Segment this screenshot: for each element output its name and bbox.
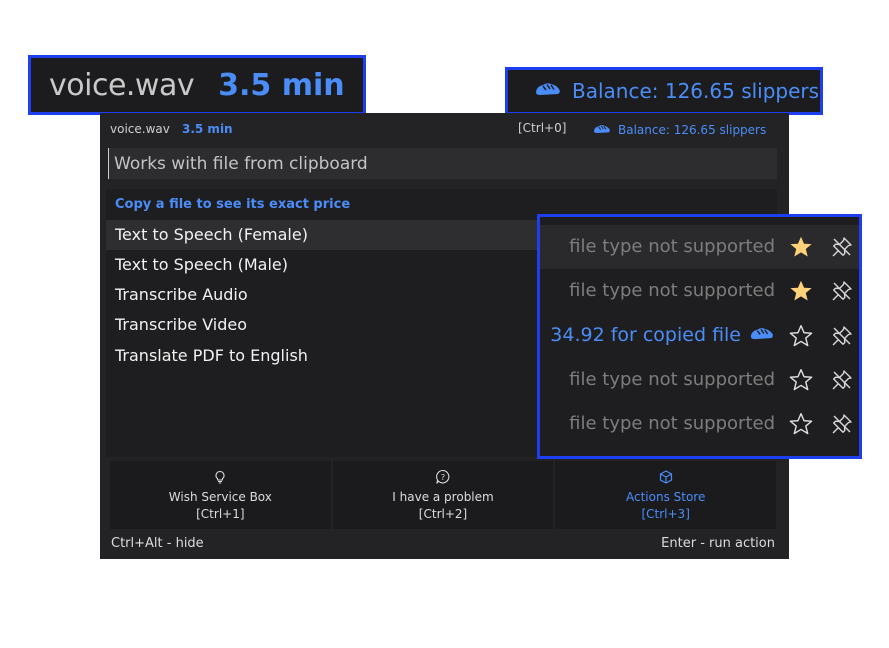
wish-service-box-button[interactable]: Wish Service Box [Ctrl+1] xyxy=(110,461,331,529)
status-row: file type not supported xyxy=(540,402,859,446)
header-balance[interactable]: Balance: 126.65 slippers xyxy=(592,120,766,139)
wish-label: Wish Service Box xyxy=(168,490,272,504)
star-filled-icon[interactable] xyxy=(788,234,814,264)
status-text: file type not supported xyxy=(569,413,775,434)
pin-off-icon[interactable] xyxy=(830,412,854,440)
header-bar: voice.wav 3.5 min [Ctrl+0] Balance: 126.… xyxy=(100,113,789,145)
list-item-label: Text to Speech (Male) xyxy=(115,255,288,274)
search-input[interactable] xyxy=(108,148,777,179)
lightbulb-icon xyxy=(213,469,227,485)
pin-off-icon[interactable] xyxy=(830,324,854,352)
problem-label: I have a problem xyxy=(392,490,494,504)
status-text: file type not supported xyxy=(569,236,775,257)
star-outline-icon[interactable] xyxy=(788,323,814,353)
store-label: Actions Store xyxy=(625,490,706,504)
callout-file-name: voice.wav xyxy=(49,67,195,103)
header-file-name: voice.wav xyxy=(110,122,170,136)
price-text: 34.92 for copied file xyxy=(550,324,741,346)
store-shortcut: [Ctrl+3] xyxy=(641,507,690,521)
header-shortcut[interactable]: [Ctrl+0] xyxy=(518,121,566,135)
question-bubble-icon: ? xyxy=(435,469,451,485)
status-row: file type not supported xyxy=(540,269,859,313)
balance-callout: Balance: 126.65 slippers xyxy=(505,67,823,115)
problem-shortcut: [Ctrl+2] xyxy=(418,507,468,521)
pin-off-icon[interactable] xyxy=(830,368,854,396)
slipper-icon xyxy=(749,325,775,346)
cube-icon xyxy=(659,469,673,485)
pin-off-icon[interactable] xyxy=(830,279,854,307)
star-filled-icon[interactable] xyxy=(788,278,814,308)
actions-store-button[interactable]: Actions Store [Ctrl+3] xyxy=(555,461,777,529)
slipper-icon xyxy=(592,120,612,139)
star-outline-icon[interactable] xyxy=(788,367,814,397)
wish-shortcut: [Ctrl+1] xyxy=(196,507,245,521)
price-hint: Copy a file to see its exact price xyxy=(115,197,351,212)
price-status: 34.92 for copied file xyxy=(550,324,775,346)
status-callout: file type not supported file type not su… xyxy=(537,214,862,459)
svg-text:?: ? xyxy=(441,473,445,482)
header-duration: 3.5 min xyxy=(182,122,233,136)
list-item-label: Translate PDF to English xyxy=(115,346,308,365)
pin-off-icon[interactable] xyxy=(830,235,854,263)
header-balance-text: Balance: 126.65 slippers xyxy=(618,122,767,137)
star-outline-icon[interactable] xyxy=(788,411,814,441)
status-row: 34.92 for copied file xyxy=(540,314,859,358)
list-item-label: Transcribe Video xyxy=(115,315,248,334)
file-callout: voice.wav 3.5 min xyxy=(28,55,366,115)
list-item-label: Transcribe Audio xyxy=(115,285,248,304)
callout-duration: 3.5 min xyxy=(218,67,345,103)
bottom-actions: Wish Service Box [Ctrl+1] ? I have a pro… xyxy=(110,461,777,529)
list-item-label: Text to Speech (Female) xyxy=(115,225,308,244)
hide-hint: Ctrl+Alt - hide xyxy=(111,536,204,551)
run-hint: Enter - run action xyxy=(661,536,775,551)
slipper-icon xyxy=(534,80,562,102)
status-row: file type not supported xyxy=(540,358,859,402)
status-text: file type not supported xyxy=(569,369,775,390)
callout-balance-text: Balance: 126.65 slippers xyxy=(572,79,820,103)
status-text: file type not supported xyxy=(569,280,775,301)
status-row: file type not supported xyxy=(540,225,859,269)
report-problem-button[interactable]: ? I have a problem [Ctrl+2] xyxy=(332,461,554,529)
